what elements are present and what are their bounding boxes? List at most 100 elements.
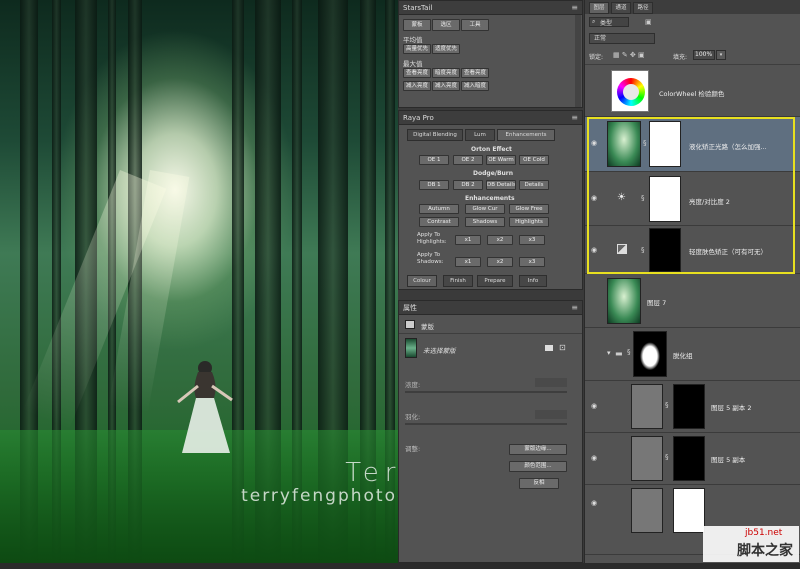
girl-figure [177,361,233,453]
link-icon[interactable]: § [641,194,645,202]
oe2-button[interactable]: OE 2 [453,155,483,165]
layer-row-colorwheel[interactable]: ColorWheel 检验颜色 [585,65,800,117]
link-icon[interactable]: § [627,348,631,356]
brightness-adjustment-icon: ☀ [617,192,626,203]
lock-icons[interactable]: ▦ ✎ ✥ ▣ [613,51,645,59]
view-brightness-button[interactable]: 查看亮度 [403,68,431,78]
filter-type-select[interactable]: ⌕ 类型 [589,17,629,27]
orton-effect-title: Orton Effect [471,146,512,153]
layer-name: 亮度/对比度 2 [689,198,730,206]
tab-digital-blending[interactable]: Digital Blending [407,129,463,141]
link-icon[interactable]: § [643,139,647,147]
layer-row-skin-correction[interactable]: ◉ § 轻度肤色矫正（可有可无） [585,226,800,274]
high-x1-button[interactable]: x1 [455,235,481,245]
layers-panel: 图层 通道 路径 ⌕ 类型 ▣ 正常 锁定: ▦ ✎ ✥ ▣ 填充: 100% … [584,0,800,563]
layer-name: 图层 7 [647,299,667,307]
layer-row-5-copy[interactable]: ◉ § 图层 5 副本 [585,433,800,485]
tab-channels[interactable]: 通道 [611,2,631,14]
subtract-darkness-button[interactable]: 减入暗度 [461,81,489,91]
layer-row-5-copy-2[interactable]: ◉ § 图层 5 副本 2 [585,381,800,433]
properties-panel: 属性 ≡ 蒙版 未选择蒙版 ⊡ 浓度: 羽化: 调整: 蒙版边缘... 颜色范围.… [398,300,583,563]
panel-menu-icon[interactable]: ≡ [571,111,578,125]
filter-image-icon[interactable]: ▣ [645,18,652,26]
shadows-button[interactable]: Shadows [465,217,505,227]
panel-menu-icon[interactable]: ≡ [571,1,578,15]
watermark-name: Terry F [345,458,398,488]
feather-field[interactable] [535,410,567,419]
glow-free-button[interactable]: Glow Free [509,204,549,214]
contrast-button[interactable]: Contrast [419,217,459,227]
oe1-button[interactable]: OE 1 [419,155,449,165]
oe-warm-button[interactable]: OE Warm [486,155,516,165]
tab-colour[interactable]: Colour [407,275,437,287]
tab-finish[interactable]: Finish [443,275,473,287]
group-expand-icon[interactable]: ▾ [607,349,611,357]
blend-mode-select[interactable]: 正常 [589,33,655,44]
canvas-photo[interactable]: Terry F terryfengphotography.lofter.com [0,0,398,563]
layer-name: 脱化组 [673,352,693,360]
adjust-label: 调整: [405,445,421,453]
mask-edge-button[interactable]: 蒙版边缘... [509,444,567,455]
layer-thumbnail [405,338,417,358]
curves-adjustment-icon [617,244,627,254]
invert-button[interactable]: 反相 [519,478,559,489]
eye-icon[interactable]: ◉ [591,194,601,202]
bottom-scrollbar[interactable] [0,563,800,569]
tab-lum[interactable]: Lum [465,129,495,141]
oe-cold-button[interactable]: OE Cold [519,155,549,165]
tab-enhancements[interactable]: Enhancements [497,129,555,141]
shadow-x1-button[interactable]: x1 [455,257,481,267]
highlights-button[interactable]: Highlights [509,217,549,227]
subtract-brightness-button[interactable]: 减入亮度 [403,81,431,91]
color-range-button[interactable]: 颜色范围... [509,461,567,472]
tab-prepare[interactable]: Prepare [477,275,513,287]
starstail-tab-mask[interactable]: 蒙板 [403,19,431,31]
autumn-button[interactable]: Autumn [419,204,459,214]
dark-brightness-button[interactable]: 暗度亮度 [432,68,460,78]
no-mask-selected: 未选择蒙版 [423,347,456,355]
fill-dropdown-icon[interactable]: ▾ [716,50,726,60]
apply-shadows-label: Apply To Shadows: [417,252,444,265]
shadow-x3-button[interactable]: x3 [519,257,545,267]
highlight-priority-button[interactable]: 高量优先 [403,44,431,54]
site-watermark: jb51.net 脚本之家 [703,526,799,562]
high-x3-button[interactable]: x3 [519,235,545,245]
subtract-brightness-button-2[interactable]: 减入亮度 [432,81,460,91]
density-field[interactable] [535,378,567,387]
eye-icon[interactable]: ◉ [591,139,601,147]
fill-input[interactable]: 100% [693,50,715,60]
layer-row-liquify[interactable]: ◉ § 液化矫正光路（怎么加强... [585,117,800,172]
layer-name: 液化矫正光路（怎么加强... [689,143,767,151]
link-icon[interactable]: § [641,246,645,254]
layer-row-7[interactable]: 图层 7 [585,275,800,328]
eye-icon[interactable]: ◉ [591,402,601,410]
pixel-mask-icon[interactable] [545,345,553,351]
eye-icon[interactable]: ◉ [591,499,601,507]
panel-menu-icon[interactable]: ≡ [571,301,578,315]
moderate-priority-button[interactable]: 适度优先 [432,44,460,54]
properties-title: 属性 [403,304,417,312]
glow-cur-button[interactable]: Glow Cur [465,204,505,214]
shadow-x2-button[interactable]: x2 [487,257,513,267]
tab-paths[interactable]: 路径 [633,2,653,14]
vector-mask-icon[interactable]: ⊡ [559,343,566,352]
db2-button[interactable]: DB 2 [453,180,483,190]
tab-layers[interactable]: 图层 [589,2,609,14]
dodge-burn-title: Dodge/Burn [473,170,514,177]
site-url: jb51.net [745,528,783,538]
db-details-button[interactable]: DB Details [486,180,516,190]
eye-icon[interactable]: ◉ [591,246,601,254]
high-x2-button[interactable]: x2 [487,235,513,245]
site-name: 脚本之家 [737,543,793,559]
eye-icon[interactable]: ◉ [591,454,601,462]
starstail-tab-tools[interactable]: 工具 [461,19,489,31]
tab-info[interactable]: Info [519,275,547,287]
link-icon[interactable]: § [665,453,669,461]
db1-button[interactable]: DB 1 [419,180,449,190]
details-button[interactable]: Details [519,180,549,190]
layer-row-brightness[interactable]: ◉ ☀ § 亮度/对比度 2 [585,172,800,226]
view-brightness-button-2[interactable]: 查看亮度 [461,68,489,78]
layer-row-group[interactable]: ▾ ▬ § 脱化组 [585,328,800,381]
starstail-tab-selection[interactable]: 选区 [432,19,460,31]
link-icon[interactable]: § [665,401,669,409]
